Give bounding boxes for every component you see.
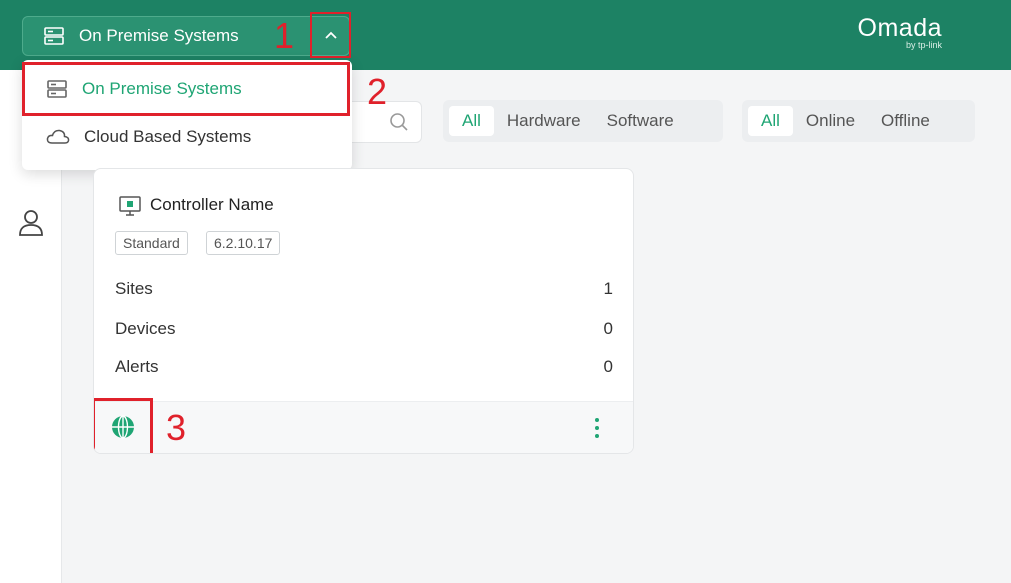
system-type-dropdown: On Premise Systems Cloud Based Systems	[22, 60, 352, 170]
server-icon	[44, 27, 64, 45]
system-selector-label: On Premise Systems	[79, 26, 239, 45]
stat-value: 0	[603, 319, 613, 338]
system-type-selector[interactable]: On Premise Systems	[22, 16, 350, 56]
status-filter-offline[interactable]: Offline	[868, 106, 943, 136]
stat-label: Sites	[115, 279, 153, 298]
more-options-icon[interactable]	[594, 417, 600, 439]
annotation-step-1: 1	[274, 15, 295, 56]
status-filter: All Online Offline	[742, 100, 975, 142]
stat-label: Devices	[115, 319, 176, 338]
monitor-icon	[119, 196, 141, 216]
server-icon	[47, 80, 67, 98]
stat-label: Alerts	[115, 357, 159, 376]
brand-logo: Omada by tp-link	[846, 14, 942, 50]
dropdown-item-label: Cloud Based Systems	[84, 127, 252, 146]
launch-button[interactable]	[94, 398, 153, 453]
cloud-icon	[46, 129, 70, 144]
dropdown-item-label: On Premise Systems	[82, 79, 242, 98]
status-filter-online[interactable]: Online	[793, 106, 868, 136]
globe-icon	[111, 415, 134, 439]
dropdown-item-cloud[interactable]: Cloud Based Systems	[22, 114, 352, 160]
edition-tag: Standard	[115, 231, 188, 255]
status-filter-all[interactable]: All	[748, 106, 793, 136]
stat-value: 1	[603, 279, 613, 298]
dropdown-item-on-premise[interactable]: On Premise Systems	[22, 62, 350, 116]
search-icon	[390, 113, 408, 131]
chevron-up-icon	[324, 31, 337, 39]
stat-row-devices: Devices 0	[115, 319, 613, 339]
type-filter-hardware[interactable]: Hardware	[494, 106, 594, 136]
version-tag: 6.2.10.17	[206, 231, 281, 255]
type-filter: All Hardware Software	[443, 100, 723, 142]
annotation-step-2: 2	[367, 71, 388, 112]
type-filter-all[interactable]: All	[449, 106, 494, 136]
annotation-step-3: 3	[166, 407, 187, 448]
collapse-button[interactable]	[310, 12, 351, 58]
stat-row-alerts: Alerts 0	[115, 357, 613, 377]
stat-value: 0	[603, 357, 613, 376]
stat-row-sites: Sites 1	[115, 279, 613, 299]
type-filter-software[interactable]: Software	[594, 106, 687, 136]
user-icon[interactable]	[17, 208, 45, 238]
brand-name: Omada	[857, 14, 942, 42]
controller-name: Controller Name	[150, 195, 274, 214]
